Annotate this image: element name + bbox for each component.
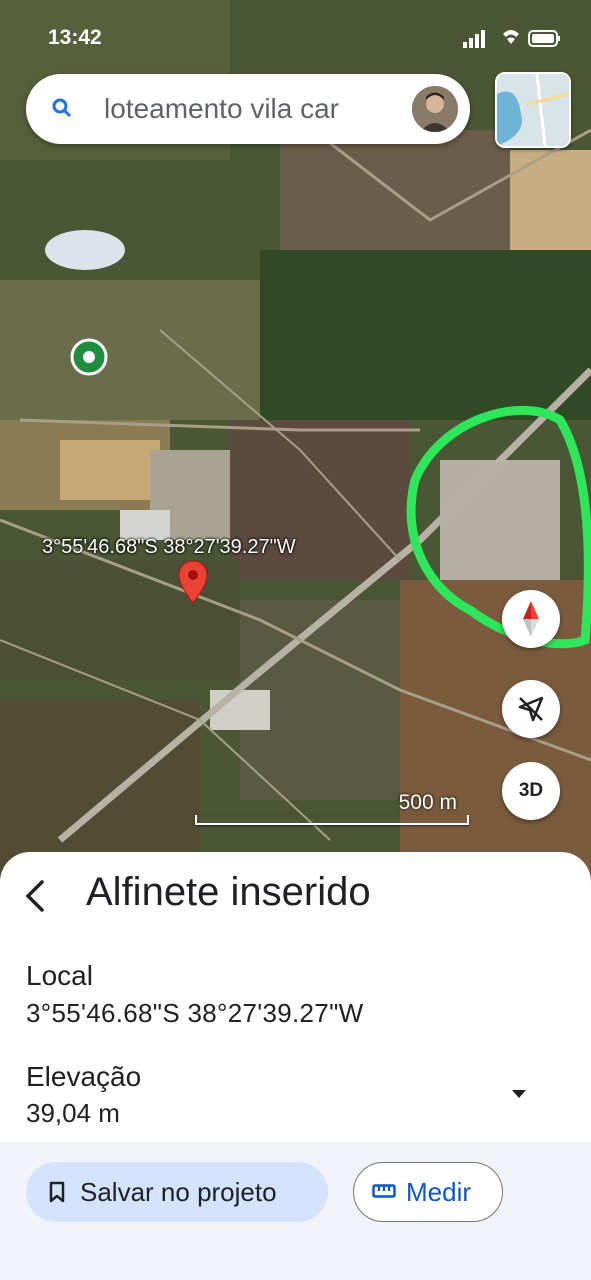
local-label: Local bbox=[26, 960, 93, 991]
search-icon[interactable] bbox=[50, 96, 74, 120]
local-value: 3°55'46.68"S 38°27'39.27"W bbox=[26, 998, 364, 1028]
sheet-title: Alfinete inserido bbox=[86, 870, 371, 914]
tilt-reset-button[interactable] bbox=[502, 680, 560, 738]
satellite-map[interactable]: 13:42 loteamento vila car 3°55'46.68"S 3… bbox=[0, 0, 591, 880]
pin-coordinate-label: 3°55'46.68"S 38°27'39.27"W bbox=[42, 536, 296, 558]
scale-label: 500 m bbox=[398, 791, 457, 814]
ruler-icon bbox=[372, 1184, 396, 1198]
battery-icon bbox=[528, 30, 560, 47]
signal-icon bbox=[463, 30, 485, 48]
avatar[interactable] bbox=[412, 86, 458, 132]
elevation-value: 39,04 m bbox=[26, 1098, 120, 1128]
save-button-label: Salvar no projeto bbox=[80, 1177, 277, 1207]
red-pin-icon[interactable] bbox=[178, 560, 208, 604]
save-to-project-button[interactable]: Salvar no projeto bbox=[26, 1162, 328, 1222]
measure-button[interactable]: Medir bbox=[353, 1162, 503, 1222]
status-time: 13:42 bbox=[48, 26, 102, 49]
3d-button[interactable]: 3D bbox=[502, 762, 560, 820]
search-input[interactable]: loteamento vila car bbox=[104, 93, 418, 125]
sheet-actions: Salvar no projeto Medir bbox=[0, 1142, 591, 1280]
measure-button-label: Medir bbox=[406, 1177, 472, 1207]
bookmark-icon bbox=[49, 1181, 65, 1203]
expand-caret-icon[interactable] bbox=[510, 1088, 528, 1100]
scale-bar: 500 m bbox=[195, 791, 469, 825]
status-icons bbox=[463, 28, 563, 56]
navigation-off-icon bbox=[518, 696, 544, 722]
compass-button[interactable] bbox=[502, 590, 560, 648]
back-arrow-icon[interactable] bbox=[22, 878, 52, 914]
map-layers-button[interactable] bbox=[495, 72, 571, 148]
status-bar: 13:42 bbox=[0, 18, 591, 58]
compass-icon bbox=[523, 601, 539, 637]
elevation-label: Elevação bbox=[26, 1061, 142, 1092]
search-bar[interactable]: loteamento vila car bbox=[26, 74, 470, 144]
bottom-sheet: Alfinete inserido Local 3°55'46.68"S 38°… bbox=[0, 852, 591, 1280]
wifi-icon bbox=[503, 30, 519, 44]
